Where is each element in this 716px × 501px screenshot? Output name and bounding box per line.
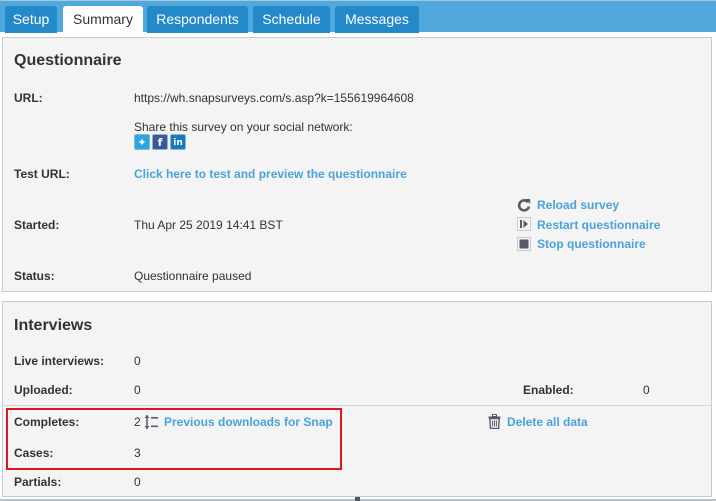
sort-list-icon (144, 415, 158, 429)
questionnaire-title: Questionnaire (14, 52, 122, 69)
status-value: Questionnaire paused (134, 269, 252, 283)
uploaded-label: Uploaded: (14, 383, 73, 397)
tab-setup[interactable]: Setup (5, 6, 57, 33)
completes-label: Completes: (14, 415, 80, 429)
started-label: Started: (14, 218, 60, 232)
restart-questionnaire-link[interactable]: Restart questionnaire (537, 218, 660, 232)
tab-schedule[interactable]: Schedule (253, 6, 330, 33)
cases-label: Cases: (14, 446, 54, 460)
test-preview-link[interactable]: Click here to test and preview the quest… (134, 167, 407, 181)
tab-summary[interactable]: Summary (63, 6, 143, 33)
share-text: Share this survey on your social network… (134, 120, 353, 134)
status-label: Status: (14, 269, 55, 283)
row-divider (3, 405, 711, 406)
tab-respondents[interactable]: Respondents (147, 6, 248, 33)
resize-marker (355, 497, 360, 501)
reload-icon (517, 199, 531, 212)
partials-value: 0 (134, 475, 141, 489)
url-label: URL: (14, 91, 43, 105)
reload-survey-link[interactable]: Reload survey (537, 198, 619, 212)
facebook-icon[interactable]: f (152, 134, 168, 150)
test-url-label: Test URL: (14, 167, 70, 181)
social-share: ✦ f in (134, 134, 186, 150)
enabled-label: Enabled: (523, 383, 574, 397)
linkedin-icon[interactable]: in (170, 134, 186, 150)
partials-label: Partials: (14, 475, 62, 489)
uploaded-value: 0 (134, 383, 141, 397)
interviews-title: Interviews (14, 317, 93, 334)
twitter-icon[interactable]: ✦ (134, 134, 150, 150)
restart-icon (517, 217, 531, 231)
live-interviews-label: Live interviews: (14, 354, 105, 368)
interviews-panel: Interviews Live interviews: 0 Uploaded: … (2, 301, 712, 497)
url-value: https://wh.snapsurveys.com/s.asp?k=15561… (134, 91, 414, 105)
enabled-value: 0 (643, 383, 650, 397)
questionnaire-panel: Questionnaire URL: https://wh.snapsurvey… (2, 37, 712, 292)
tab-messages[interactable]: Messages (335, 6, 419, 33)
stop-icon (517, 237, 531, 251)
started-value: Thu Apr 25 2019 14:41 BST (134, 218, 283, 232)
tab-bar: Setup Summary Respondents Schedule Messa… (0, 0, 716, 33)
previous-downloads-link[interactable]: Previous downloads for Snap (164, 415, 333, 429)
trash-icon (488, 414, 501, 429)
cases-value: 3 (134, 446, 141, 460)
delete-all-data-link[interactable]: Delete all data (507, 415, 588, 429)
stop-questionnaire-link[interactable]: Stop questionnaire (537, 237, 646, 251)
live-interviews-value: 0 (134, 354, 141, 368)
completes-value: 2 (134, 415, 141, 429)
